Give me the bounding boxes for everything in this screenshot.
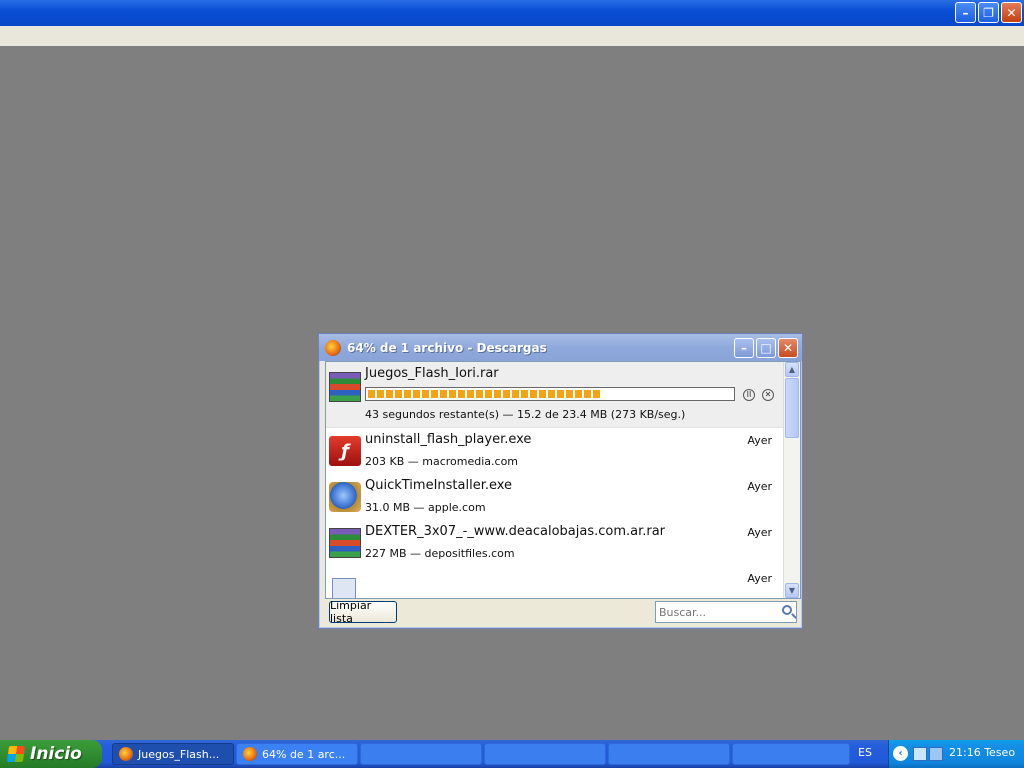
- start-label: Inicio: [30, 744, 82, 764]
- language-indicator[interactable]: ES: [858, 746, 872, 759]
- download-status: 31.0 MB — apple.com: [365, 501, 486, 514]
- download-date: Ayer: [747, 480, 772, 493]
- downloads-window: 64% de 1 archivo - Descargas – □ ✕ Juego…: [318, 333, 803, 629]
- scroll-up-icon[interactable]: ▲: [785, 362, 799, 377]
- download-date: Ayer: [747, 572, 772, 585]
- downloads-window-title: 64% de 1 archivo - Descargas: [347, 340, 547, 355]
- downloads-scrollbar[interactable]: ▲ ▼: [783, 362, 800, 598]
- background-window-controls: – ❐ ✕: [955, 2, 1022, 23]
- background-window-toolbar: [0, 26, 1024, 46]
- start-button[interactable]: Inicio: [0, 740, 102, 768]
- video-file-icon: [332, 578, 356, 598]
- minimize-icon[interactable]: –: [734, 338, 754, 358]
- clock[interactable]: 21:16 Teseo: [949, 746, 1015, 759]
- taskbar-slot: [360, 743, 482, 765]
- download-date: Ayer: [747, 434, 772, 447]
- firefox-icon: [325, 339, 341, 356]
- minimize-icon[interactable]: –: [955, 2, 976, 23]
- taskbar-item-label: Juegos_Flash...: [138, 747, 220, 761]
- download-item[interactable]: DEXTER_3x07_-_www.deacalobajas.com.ar.ra…: [326, 520, 784, 567]
- downloads-list[interactable]: Juegos_Flash_Iori.rar II ✕ 43 segundos r…: [325, 361, 801, 599]
- restore-icon[interactable]: ❐: [978, 2, 999, 23]
- taskbar: Inicio Juegos_Flash... 64% de 1 arc... E…: [0, 740, 1024, 768]
- chevron-left-icon[interactable]: ‹: [893, 746, 908, 761]
- download-status: 227 MB — depositfiles.com: [365, 547, 515, 560]
- download-name: QuickTimeInstaller.exe: [365, 478, 513, 493]
- firefox-icon: [243, 747, 257, 761]
- download-status: 43 segundos restante(s) — 15.2 de 23.4 M…: [365, 408, 686, 421]
- download-name: DEXTER_3x07_-_www.deacalobajas.com.ar.ra…: [365, 524, 666, 539]
- windows-logo-icon: [6, 746, 26, 762]
- download-item[interactable]: Ayer: [326, 566, 784, 598]
- download-item[interactable]: QuickTimeInstaller.exe 31.0 MB — apple.c…: [326, 474, 784, 521]
- search-input[interactable]: [659, 604, 771, 620]
- scroll-down-icon[interactable]: ▼: [785, 583, 799, 598]
- maximize-icon[interactable]: □: [756, 338, 776, 358]
- download-progress-bar: [365, 387, 735, 401]
- winrar-archive-icon: [329, 372, 361, 402]
- taskbar-slot: [608, 743, 730, 765]
- search-box[interactable]: [655, 601, 797, 623]
- taskbar-item-label: 64% de 1 arc...: [262, 747, 346, 761]
- system-tray: ‹ 21:16 Teseo: [888, 740, 1024, 768]
- download-status: 203 KB — macromedia.com: [365, 455, 519, 468]
- network-icon[interactable]: [913, 747, 927, 761]
- close-icon[interactable]: ✕: [1001, 2, 1022, 23]
- clear-list-button[interactable]: Limpiar lista: [329, 599, 397, 625]
- taskbar-item-downloads[interactable]: 64% de 1 arc...: [236, 743, 358, 765]
- download-date: Ayer: [747, 526, 772, 539]
- download-name: Juegos_Flash_Iori.rar: [365, 366, 499, 381]
- downloads-window-controls: – □ ✕: [734, 338, 798, 358]
- download-item[interactable]: ƒ uninstall_flash_player.exe 203 KB — ma…: [326, 428, 784, 475]
- downloads-window-titlebar[interactable]: 64% de 1 archivo - Descargas – □ ✕: [319, 334, 802, 361]
- scroll-thumb[interactable]: [785, 378, 799, 438]
- download-item-active[interactable]: Juegos_Flash_Iori.rar II ✕ 43 segundos r…: [326, 362, 784, 428]
- taskbar-slot: [484, 743, 606, 765]
- flash-icon: ƒ: [329, 436, 361, 466]
- close-icon[interactable]: ✕: [778, 338, 798, 358]
- cancel-icon[interactable]: ✕: [762, 389, 774, 401]
- download-name: uninstall_flash_player.exe: [365, 432, 532, 447]
- quicktime-icon: [329, 482, 361, 512]
- search-icon[interactable]: [782, 605, 792, 615]
- taskbar-item-browser[interactable]: Juegos_Flash...: [112, 743, 234, 765]
- network-connections-icon[interactable]: [929, 747, 943, 761]
- pause-icon[interactable]: II: [743, 389, 755, 401]
- taskbar-slot: [732, 743, 850, 765]
- winrar-archive-icon: [329, 528, 361, 558]
- background-window-titlebar: – ❐ ✕: [0, 0, 1024, 26]
- firefox-icon: [119, 747, 133, 761]
- download-progress-fill: [368, 390, 601, 398]
